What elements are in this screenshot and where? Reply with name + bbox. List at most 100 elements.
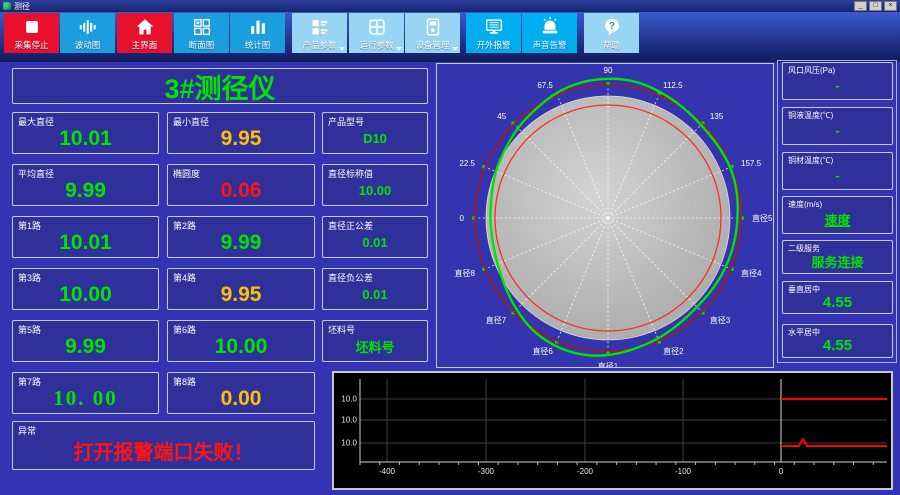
right-panel-value: - bbox=[835, 78, 840, 93]
measure-cell-value: 0.06 bbox=[220, 178, 262, 202]
measure-cell-value: 坯料号 bbox=[355, 340, 395, 355]
measure-cell-value: 0.01 bbox=[362, 235, 388, 250]
measure-cell-r1c1: 最大直径 10.01 bbox=[12, 112, 159, 154]
exception-box: 异常 打开报警端口失败！ bbox=[12, 421, 315, 470]
cross-section-svg: 0 22.5 45 67.5 90 112.5 135 157.5 直径5 直径4 直径3 直径2 直径… bbox=[455, 66, 773, 367]
toolbar-button-2[interactable]: 波动图 bbox=[60, 13, 115, 53]
measure-cell-r3c2: 第2路 9.99 bbox=[167, 216, 315, 258]
measure-cell-value: 10.00 bbox=[214, 334, 268, 358]
right-panel-value[interactable]: 速度 bbox=[783, 206, 892, 233]
toolbar-button-3[interactable]: 主界面 bbox=[117, 13, 172, 53]
measure-cell-value: 9.99 bbox=[65, 334, 106, 358]
waveform-icon bbox=[77, 16, 99, 43]
x-tick-label: 0 bbox=[779, 467, 784, 476]
close-button[interactable]: × bbox=[884, 1, 897, 11]
help-icon: ? bbox=[601, 16, 623, 43]
toolbar-button-7[interactable]: 运行参数 bbox=[349, 13, 404, 53]
trend-chart: 10.0 10.0 10.0 -400 -300 -200 -100 0 bbox=[332, 371, 893, 490]
measure-cell-value: D10 bbox=[363, 131, 387, 146]
spoke-label: 直径1 bbox=[598, 361, 619, 367]
toolbar-button-10[interactable]: 声音告警 bbox=[522, 13, 577, 53]
spoke-label: 直径4 bbox=[741, 268, 762, 278]
section-view-icon bbox=[191, 16, 213, 43]
right-panel-3: 铜材温度(℃) - bbox=[782, 152, 893, 190]
measure-cell-value: 10.01 bbox=[59, 126, 112, 150]
right-panel-7: 水平居中 4.55 bbox=[782, 324, 893, 358]
toolbar: 采集停止 波动图 主界面 断面图 统计图 产品参数 运行参数 设备管理 开外报警 声音告警? 帮助 bbox=[0, 12, 900, 62]
chevron-down-icon bbox=[396, 47, 402, 51]
titlebar: 测径 _ □ × bbox=[0, 0, 900, 12]
app-icon bbox=[3, 2, 11, 10]
spoke-label: 直径8 bbox=[455, 268, 476, 278]
run-params-icon bbox=[366, 16, 388, 43]
cross-section-chart: 0 22.5 45 67.5 90 112.5 135 157.5 直径5 直径4 直径3 直径2 直径… bbox=[436, 63, 774, 368]
spoke-label: 112.5 bbox=[663, 81, 683, 90]
minimize-button[interactable]: _ bbox=[854, 1, 867, 11]
spoke-label: 直径2 bbox=[663, 346, 684, 356]
measure-cell-r2c2: 椭圆度 0.06 bbox=[167, 164, 315, 206]
measure-cell-r6c2: 第8路 0.00 bbox=[167, 372, 315, 414]
trend-svg: 10.0 10.0 10.0 -400 -300 -200 -100 0 bbox=[341, 379, 887, 476]
device-manage-icon bbox=[422, 16, 444, 43]
right-panel-6: 垂直居中 4.55 bbox=[782, 281, 893, 314]
measure-cell-r2c3: 直径标称值 10.00 bbox=[322, 164, 428, 206]
spoke-label: 45 bbox=[497, 112, 506, 121]
measure-cell-r1c3: 产品型号 D10 bbox=[322, 112, 428, 154]
x-tick-label: -300 bbox=[478, 467, 495, 476]
measure-cell-value: 9.99 bbox=[65, 178, 106, 202]
measure-cell-r5c3: 坯料号 坯料号 bbox=[322, 320, 428, 362]
x-tick-label: -100 bbox=[675, 467, 692, 476]
spoke-label: 直径3 bbox=[710, 315, 731, 325]
right-panel-2: 铜液温度(℃) - bbox=[782, 107, 893, 145]
measure-cell-value: 9.99 bbox=[220, 230, 262, 254]
toolbar-button-5[interactable]: 统计图 bbox=[230, 13, 285, 53]
toolbar-button-9[interactable]: 开外报警 bbox=[466, 13, 521, 53]
window-title: 测径 bbox=[14, 1, 30, 11]
x-tick-label: -200 bbox=[577, 467, 594, 476]
measure-cell-r5c2: 第6路 10.00 bbox=[167, 320, 315, 362]
gauge-title: 3#测径仪 bbox=[164, 73, 276, 104]
measure-cell-value: 9.95 bbox=[220, 282, 262, 306]
spoke-label: 135 bbox=[710, 112, 724, 121]
toolbar-button-8[interactable]: 设备管理 bbox=[405, 13, 460, 53]
measure-cell-value: 9.95 bbox=[220, 126, 262, 150]
product-params-icon bbox=[309, 16, 331, 43]
spoke-label: 直径5 bbox=[752, 213, 773, 223]
right-panel-value: 4.55 bbox=[822, 293, 853, 311]
gauge-title-box: 3#测径仪 bbox=[12, 68, 428, 104]
measure-cell-r4c2: 第4路 9.95 bbox=[167, 268, 315, 310]
measure-cell-r2c1: 平均直径 9.99 bbox=[12, 164, 159, 206]
external-alarm-icon bbox=[483, 16, 505, 43]
measure-cell-r6c1: 第7路 10. 00 bbox=[12, 372, 159, 414]
toolbar-button-6[interactable]: 产品参数 bbox=[292, 13, 347, 53]
right-panel-value: - bbox=[835, 168, 840, 183]
right-panel-5: 二级服务 服务连接 bbox=[782, 240, 893, 274]
maximize-button[interactable]: □ bbox=[869, 1, 882, 11]
y-tick-label: 10.0 bbox=[341, 395, 357, 404]
measure-cell-r4c1: 第3路 10.00 bbox=[12, 268, 159, 310]
measure-cell-value: 0.00 bbox=[220, 386, 262, 410]
measure-cell-r3c3: 直径正公差 0.01 bbox=[322, 216, 428, 258]
right-panel-4: 速度(m/s) 速度 bbox=[782, 196, 893, 234]
stop-icon bbox=[21, 16, 43, 43]
toolbar-button-4[interactable]: 断面图 bbox=[174, 13, 229, 53]
home-icon bbox=[134, 16, 156, 43]
svg-text:?: ? bbox=[608, 21, 614, 32]
spoke-label: 90 bbox=[604, 66, 613, 75]
spoke-label: 67.5 bbox=[537, 81, 553, 90]
spoke-label: 0 bbox=[460, 214, 465, 223]
spoke-label: 22.5 bbox=[459, 159, 475, 168]
bar-chart-icon bbox=[247, 16, 269, 43]
measure-cell-r4c3: 直径负公差 0.01 bbox=[322, 268, 428, 310]
toolbar-button-1[interactable]: 采集停止 bbox=[4, 13, 59, 53]
right-panel-value: - bbox=[835, 123, 840, 138]
right-panel-1: 风口风压(Pa) - bbox=[782, 62, 893, 100]
toolbar-button-11[interactable]: ? 帮助 bbox=[584, 13, 639, 53]
measure-cell-r5c1: 第5路 9.99 bbox=[12, 320, 159, 362]
measure-cell-value: 10.01 bbox=[59, 230, 112, 254]
measure-cell-value: 10.00 bbox=[59, 282, 112, 306]
measure-cell-value: 0.01 bbox=[362, 287, 388, 302]
y-tick-label: 10.0 bbox=[341, 416, 357, 425]
exception-message: 打开报警端口失败！ bbox=[73, 442, 254, 464]
chevron-down-icon bbox=[452, 47, 458, 51]
